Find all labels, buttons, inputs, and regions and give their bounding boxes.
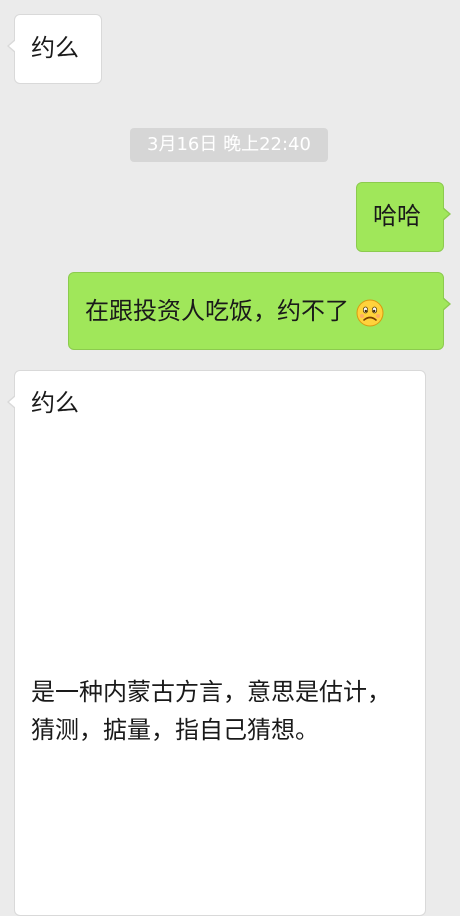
incoming-message-bubble[interactable]: 约么 — [7, 14, 102, 84]
timestamp-label: 3月16日 晚上22:40 — [130, 128, 328, 162]
frowning-face-icon — [356, 299, 384, 326]
incoming-message-bubble[interactable]: 约么 是一种内蒙古方言，意思是估计，猜测，掂量，指自己猜想。 — [7, 370, 426, 916]
message-text: 约么 — [31, 34, 79, 62]
message-title: 约么 — [31, 389, 79, 417]
message-text: 在跟投资人吃饭，约不了 — [85, 297, 349, 325]
message-body: 是一种内蒙古方言，意思是估计，猜测，掂量，指自己猜想。 — [31, 678, 391, 744]
outgoing-message-bubble[interactable]: 哈哈 — [356, 182, 451, 252]
message-content: 在跟投资人吃饭，约不了 — [85, 293, 384, 329]
outgoing-message-bubble[interactable]: 在跟投资人吃饭，约不了 — [68, 272, 451, 350]
message-text: 哈哈 — [373, 202, 421, 230]
chat-view: 约么 3月16日 晚上22:40 哈哈 在跟投资人吃饭，约不了 约么 是一种内蒙… — [0, 0, 460, 916]
